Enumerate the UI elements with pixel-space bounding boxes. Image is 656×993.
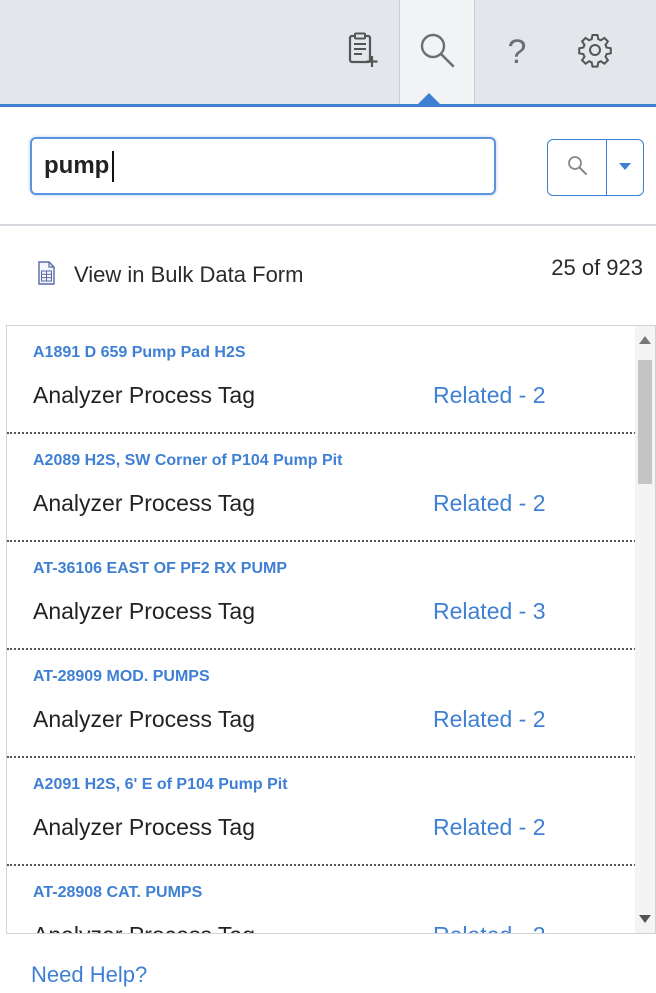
scrollbar-thumb[interactable] [638,360,652,484]
chevron-down-icon [618,159,632,177]
spreadsheet-icon [38,260,55,290]
result-title[interactable]: AT-36106 EAST OF PF2 RX PUMP [33,560,287,578]
top-toolbar: ? [0,0,656,107]
list-item[interactable]: A2089 H2S, SW Corner of P104 Pump Pit An… [7,434,655,542]
active-tab-indicator [418,93,440,104]
list-item[interactable]: AT-28909 MOD. PUMPS Analyzer Process Tag… [7,650,655,758]
result-family: Analyzer Process Tag [33,814,256,840]
list-item[interactable]: AT-36106 EAST OF PF2 RX PUMP Analyzer Pr… [7,542,655,650]
result-title[interactable]: AT-28909 MOD. PUMPS [33,668,210,686]
text-cursor [112,151,114,182]
gear-icon [577,32,613,73]
search-icon [566,154,588,181]
related-link[interactable]: Related - 3 [433,598,546,625]
view-bulk-data-form-link[interactable]: View in Bulk Data Form [38,257,303,293]
related-link[interactable]: Related - 2 [433,922,546,933]
related-link[interactable]: Related - 2 [433,382,546,409]
scroll-down-arrow-icon[interactable] [639,915,651,923]
result-family: Analyzer Process Tag [33,490,256,516]
result-count: 25 of 923 [551,255,643,280]
list-item[interactable]: A1891 D 659 Pump Pad H2S Analyzer Proces… [7,326,655,434]
section-divider [0,224,656,226]
result-title[interactable]: A2091 H2S, 6' E of P104 Pump Pit [33,776,288,794]
search-results-list[interactable]: A1891 D 659 Pump Pad H2S Analyzer Proces… [6,325,656,934]
result-title[interactable]: A1891 D 659 Pump Pad H2S [33,344,246,362]
search-options-dropdown[interactable] [607,140,643,195]
related-link[interactable]: Related - 2 [433,490,546,517]
settings-button[interactable] [560,0,630,104]
result-family: Analyzer Process Tag [33,598,256,624]
related-link[interactable]: Related - 2 [433,814,546,841]
result-family: Analyzer Process Tag [33,922,255,933]
bulk-data-form-label: View in Bulk Data Form [74,262,304,287]
query-icon [345,32,379,73]
search-icon [417,30,457,75]
result-family: Analyzer Process Tag [33,382,256,408]
query-button[interactable] [324,0,399,104]
need-help-link[interactable]: Need Help? [31,962,147,988]
results-scrollbar[interactable] [635,326,655,933]
list-item[interactable]: AT-28908 CAT. PUMPS Analyzer Process Tag… [7,866,655,933]
list-item[interactable]: A2091 H2S, 6' E of P104 Pump Pit Analyze… [7,758,655,866]
related-link[interactable]: Related - 2 [433,706,546,733]
help-button[interactable]: ? [474,0,560,104]
search-tab-button[interactable] [399,0,475,104]
result-family: Analyzer Process Tag [33,706,256,732]
search-button-group [547,139,644,196]
result-title[interactable]: A2089 H2S, SW Corner of P104 Pump Pit [33,452,342,470]
result-title[interactable]: AT-28908 CAT. PUMPS [33,884,202,902]
help-icon: ? [507,32,527,71]
search-submit-button[interactable] [548,140,607,195]
scroll-up-arrow-icon[interactable] [639,336,651,344]
search-input[interactable] [30,137,496,195]
